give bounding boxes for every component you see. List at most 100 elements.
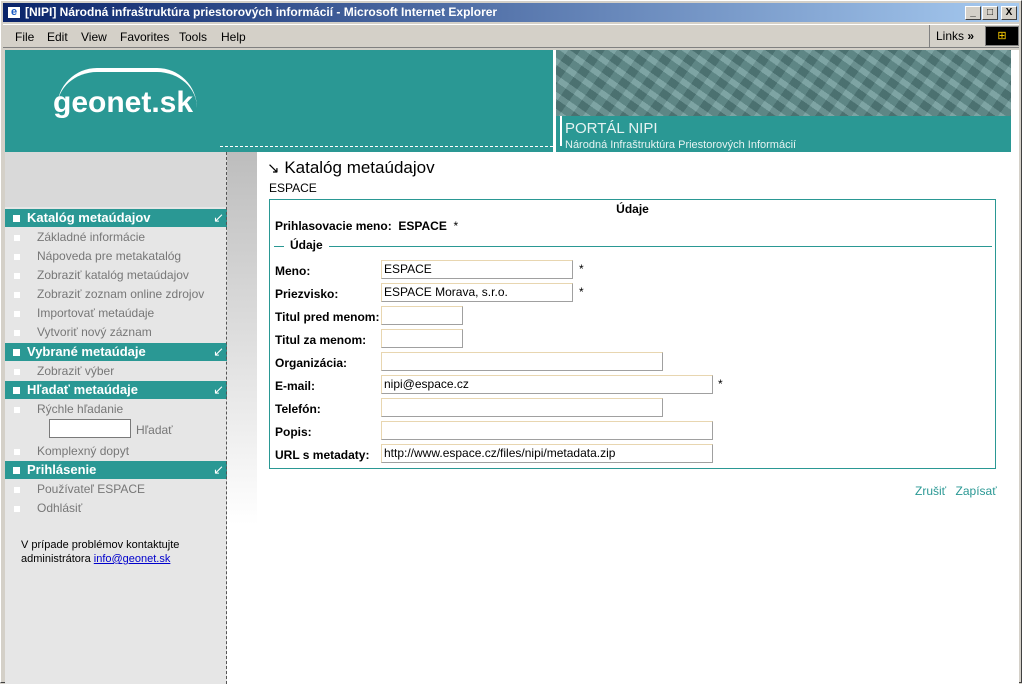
meno-input[interactable]: ESPACE (381, 260, 573, 279)
login-label: Prihlasovacie meno: (275, 219, 392, 233)
sidebar-item-label: Používateľ ESPACE (37, 482, 145, 496)
square-bullet-icon (14, 273, 20, 279)
section-hladat[interactable]: Hľadať metaúdaje ↙ (5, 381, 227, 399)
menu-edit[interactable]: Edit (47, 30, 68, 44)
required-mark: * (579, 285, 584, 299)
sidebar-item-komplexny[interactable]: Komplexný dopyt (5, 442, 227, 461)
form-actions: Zrušiť Zapísať (909, 484, 997, 498)
sidebar-item-label: Vytvoriť nový záznam (37, 325, 152, 339)
menu-help[interactable]: Help (221, 30, 246, 44)
portal-line (560, 116, 562, 146)
square-bullet-icon (13, 349, 20, 356)
links-toolbar[interactable]: Links » (929, 25, 974, 47)
maximize-button[interactable]: □ (982, 6, 998, 20)
sidebar-item-label: Nápoveda pre metakatalóg (37, 249, 182, 263)
square-bullet-icon (13, 387, 20, 394)
sidebar-item-zobrazit-vyber[interactable]: Zobraziť výber (5, 362, 227, 381)
required-mark: * (579, 262, 584, 276)
label-popis: Popis: (275, 425, 312, 439)
section-katalog[interactable]: Katalóg metaúdajov ↙ (5, 209, 227, 227)
section-title: Hľadať metaúdaje (27, 382, 138, 397)
quick-search-input[interactable] (49, 419, 131, 438)
login-row: Prihlasovacie meno: ESPACE * (275, 219, 458, 233)
sidebar-item-pouzivatel[interactable]: Používateľ ESPACE (5, 480, 227, 499)
priezvisko-input[interactable]: ESPACE Morava, s.r.o. (381, 283, 573, 302)
sidebar-item-label: Rýchle hľadanie (37, 402, 124, 416)
square-bullet-icon (14, 487, 20, 493)
required-mark: * (453, 219, 459, 233)
popis-input[interactable] (381, 421, 713, 440)
form-title: Údaje (616, 202, 649, 216)
label-url: URL s metadaty: (275, 448, 370, 462)
label-titul-pred: Titul pred menom: (275, 310, 380, 324)
url-input[interactable]: http://www.espace.cz/files/nipi/metadata… (381, 444, 713, 463)
menu-view[interactable]: View (81, 30, 107, 44)
arrow-down-left-icon[interactable]: ↙ (213, 209, 224, 227)
sidebar-item-odhlasit[interactable]: Odhlásiť (5, 499, 227, 518)
sidebar-item-rychle[interactable]: Rýchle hľadanie (5, 400, 227, 419)
square-bullet-icon (14, 330, 20, 336)
login-value: ESPACE (398, 219, 447, 233)
sidebar-top (5, 152, 227, 207)
sidebar-item-label: Zobraziť výber (37, 364, 115, 378)
sidebar-item-label: Zobraziť katalóg metaúdajov (37, 268, 189, 282)
header-divider (220, 146, 553, 147)
titul-za-input[interactable] (381, 329, 463, 348)
square-bullet-icon (14, 506, 20, 512)
browser-window: e [NIPI] Národná infraštruktúra priestor… (0, 0, 1022, 684)
arrow-down-left-icon[interactable]: ↙ (213, 381, 224, 399)
arrow-down-left-icon[interactable]: ↙ (213, 343, 224, 361)
sidebar-item-importovat[interactable]: Importovať metaúdaje (5, 304, 227, 323)
sidebar-item-zobrazit-katalog[interactable]: Zobraziť katalóg metaúdajov (5, 266, 227, 285)
sidebar-item-napoveda[interactable]: Nápoveda pre metakatalóg (5, 247, 227, 266)
arrow-down-left-icon[interactable]: ↙ (213, 461, 224, 479)
organizacia-input[interactable] (381, 352, 663, 371)
sidebar-item-label: Komplexný dopyt (37, 444, 130, 458)
windows-logo-icon: ⊞ (985, 26, 1019, 46)
section-title: Prihlásenie (27, 462, 97, 477)
square-bullet-icon (14, 254, 20, 260)
menu-bar: File Edit View Favorites Tools Help Link… (3, 24, 1019, 48)
sidebar-item-vytvorit[interactable]: Vytvoriť nový záznam (5, 323, 227, 342)
label-priezvisko: Priezvisko: (275, 287, 339, 301)
sidebar-item-label: Základné informácie (37, 230, 146, 244)
help-line-2: administrátora (21, 553, 91, 565)
email-input[interactable]: nipi@espace.cz (381, 375, 713, 394)
square-bullet-icon (13, 215, 20, 222)
label-meno: Meno: (275, 264, 311, 278)
cancel-link[interactable]: Zrušiť (915, 484, 946, 498)
save-link[interactable]: Zapísať (956, 484, 997, 498)
title-bar: e [NIPI] Národná infraštruktúra priestor… (3, 3, 1019, 22)
chevron-right-icon: » (967, 29, 975, 43)
sidebar-divider (226, 152, 227, 684)
sidebar-item-zoznam-online[interactable]: Zobraziť zoznam online zdrojov (5, 285, 227, 304)
menu-favorites[interactable]: Favorites (120, 30, 169, 44)
telefon-input[interactable] (381, 398, 663, 417)
section-prihlasenie[interactable]: Prihlásenie ↙ (5, 461, 227, 479)
menu-file[interactable]: File (15, 30, 34, 44)
close-button[interactable]: X (1001, 6, 1017, 20)
aerial-photo (556, 50, 1011, 116)
menu-tools[interactable]: Tools (179, 30, 207, 44)
section-vybrane[interactable]: Vybrané metaúdaje ↙ (5, 343, 227, 361)
site-header: geonet.sk PORTÁL NIPI Národná Infraštruk… (5, 50, 1011, 152)
quick-search-button[interactable]: Hľadať (136, 423, 173, 437)
page-title: ↘ Katalóg metaúdajov (267, 158, 435, 178)
admin-email-link[interactable]: info@geonet.sk (94, 553, 171, 565)
label-titul-za: Titul za menom: (275, 333, 367, 347)
minimize-button[interactable]: _ (965, 6, 981, 20)
square-bullet-icon (13, 467, 20, 474)
square-bullet-icon (14, 369, 20, 375)
sidebar-item-zakladne[interactable]: Základné informácie (5, 228, 227, 247)
titul-pred-input[interactable] (381, 306, 463, 325)
required-mark: * (718, 377, 723, 391)
site-logo[interactable]: geonet.sk (53, 86, 193, 120)
label-email: E-mail: (275, 379, 316, 393)
links-label: Links (936, 29, 965, 43)
sidebar-item-label: Odhlásiť (37, 501, 83, 515)
ie-icon: e (7, 6, 21, 19)
sidebar-decoration (227, 152, 257, 684)
square-bullet-icon (14, 235, 20, 241)
fieldset-border (274, 246, 992, 247)
section-title: Vybrané metaúdaje (27, 344, 146, 359)
